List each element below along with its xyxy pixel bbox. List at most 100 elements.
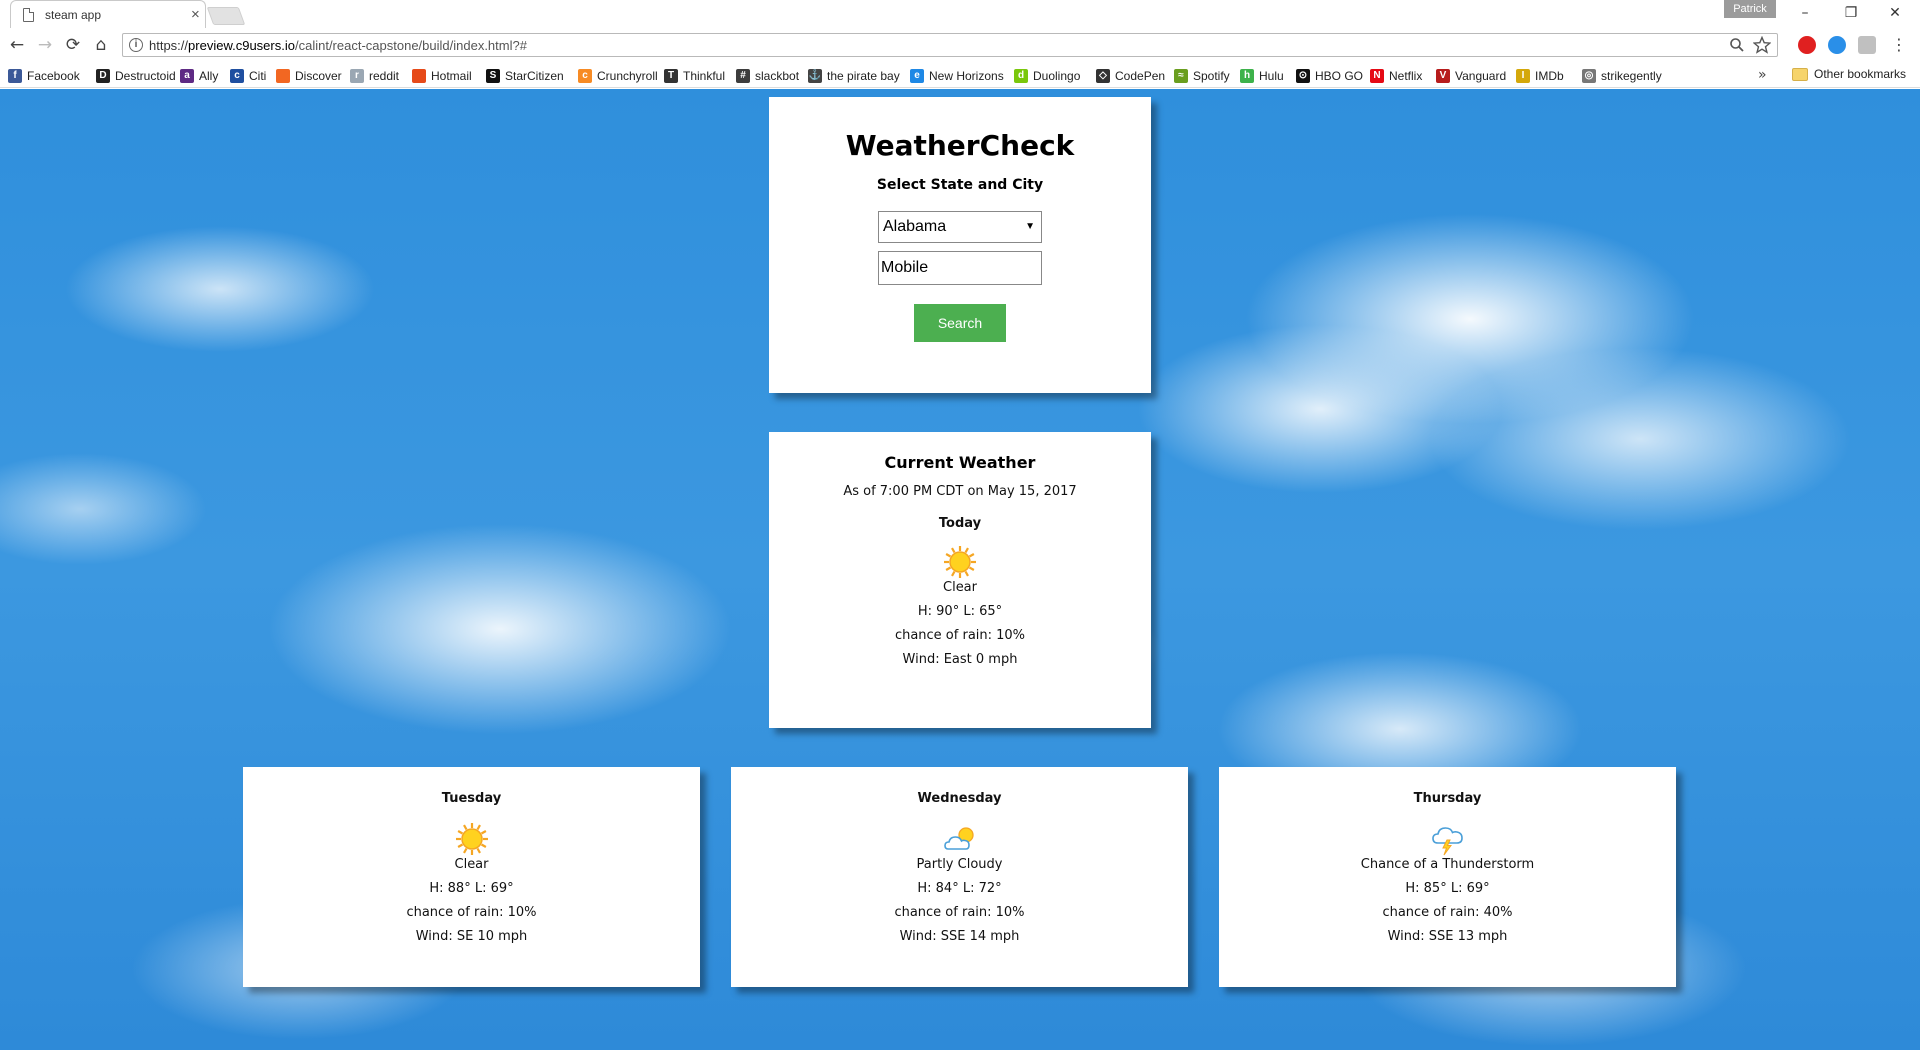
extension-icon[interactable] [1858, 36, 1876, 54]
current-weather-title: Current Weather [884, 453, 1036, 472]
new-tab-button[interactable] [206, 7, 246, 25]
url-scheme: https:// [149, 38, 189, 53]
bookmark-vanguard[interactable]: V Vanguard [1436, 67, 1506, 85]
bookmark-ally[interactable]: a Ally [180, 67, 218, 85]
close-window-button[interactable]: ✕ [1872, 2, 1918, 24]
bookmark-label: CodePen [1115, 69, 1166, 83]
tab-steam-app[interactable]: steam app × [10, 0, 206, 28]
back-button[interactable]: ← [6, 34, 28, 56]
tab-title: steam app [45, 8, 102, 22]
bookmarks-bar: f Facebook D Destructoid a Ally c Citi Discover r… [0, 64, 1920, 88]
forecast-high-low: H: 85° L: 69° [1405, 881, 1490, 896]
menu-icon[interactable]: ⋮ [1888, 34, 1910, 56]
forecast-condition: Clear [454, 857, 489, 872]
forecast-wind: Wind: SSE 13 mph [1387, 929, 1508, 944]
bookmark-label: slackbot [755, 69, 800, 83]
bookmark-the-pirate-bay[interactable]: ⚓ the pirate bay [808, 67, 900, 85]
bookmark-discover[interactable]: Discover [276, 67, 342, 85]
bookmark-label: reddit [369, 69, 400, 83]
piratebay-icon: ⚓ [808, 69, 822, 83]
bookmark-label: Thinkful [683, 69, 726, 83]
page-viewport: WeatherCheck Select State and City Alaba… [0, 89, 1920, 1050]
bookmark-strikegently[interactable]: ◎ strikegently [1582, 67, 1662, 85]
bookmark-duolingo[interactable]: d Duolingo [1014, 67, 1080, 85]
hbogo-icon: ⊙ [1296, 69, 1310, 83]
bookmark-star-icon[interactable] [1752, 35, 1772, 54]
hotmail-icon [412, 69, 426, 83]
thinkful-icon: T [664, 69, 678, 83]
bookmark-citi[interactable]: c Citi [230, 67, 266, 85]
city-input[interactable] [878, 251, 1042, 285]
tab-strip: steam app × Patrick – ❐ ✕ [0, 0, 1920, 28]
bookmark-new-horizons[interactable]: e New Horizons [910, 67, 1004, 85]
forecast-high-low: H: 88° L: 69° [429, 881, 514, 896]
reload-button[interactable]: ⟳ [62, 34, 84, 56]
bookmark-hotmail[interactable]: Hotmail [412, 67, 472, 85]
tab-close-icon[interactable]: × [191, 6, 200, 23]
state-select[interactable]: Alabama ▼ [878, 211, 1042, 243]
more-bookmarks-chevron-icon[interactable]: » [1758, 67, 1767, 83]
bookmark-thinkful[interactable]: T Thinkful [664, 67, 725, 85]
bookmark-label: Ally [199, 69, 219, 83]
messenger-extension-icon[interactable] [1828, 36, 1846, 54]
bookmark-label: Facebook [27, 69, 80, 83]
zoom-icon[interactable] [1729, 36, 1745, 54]
bookmark-crunchyroll[interactable]: c Crunchyroll [578, 67, 658, 85]
bookmark-hbo-go[interactable]: ⊙ HBO GO [1296, 67, 1363, 85]
info-icon[interactable]: i [129, 38, 143, 52]
bookmark-destructoid[interactable]: D Destructoid [96, 67, 176, 85]
bookmark-label: Citi [249, 69, 267, 83]
search-button[interactable]: Search [914, 304, 1006, 342]
forward-button[interactable]: → [34, 34, 56, 56]
thunderstorm-icon [1430, 821, 1466, 857]
crunchyroll-icon: c [578, 69, 592, 83]
browser-toolbar: ← → ⟳ ⌂ i https://preview.c9users.io/cal… [0, 28, 1920, 64]
bookmark-hulu[interactable]: h Hulu [1240, 67, 1284, 85]
sun-icon [942, 544, 978, 580]
forecast-day-label: Thursday [1413, 791, 1482, 806]
bookmark-imdb[interactable]: I IMDb [1516, 67, 1564, 85]
page-icon [23, 8, 34, 22]
forecast-high-low: H: 84° L: 72° [917, 881, 1002, 896]
bookmark-label: New Horizons [929, 69, 1004, 83]
imdb-icon: I [1516, 69, 1530, 83]
spotify-icon: ≈ [1174, 69, 1188, 83]
bookmark-facebook[interactable]: f Facebook [8, 67, 80, 85]
forecast-wind: Wind: SE 10 mph [415, 929, 528, 944]
codepen-icon: ◇ [1096, 69, 1110, 83]
forecast-day-label: Tuesday [441, 791, 502, 806]
bookmark-label: Hulu [1259, 69, 1284, 83]
vanguard-icon: V [1436, 69, 1450, 83]
bookmark-spotify[interactable]: ≈ Spotify [1174, 67, 1230, 85]
current-day-label: Today [938, 516, 982, 531]
select-state-city-label: Select State and City [876, 177, 1044, 193]
forecast-day-label: Wednesday [917, 791, 1002, 806]
address-bar[interactable]: i https://preview.c9users.io/calint/reac… [122, 33, 1778, 57]
bookmark-label: Duolingo [1033, 69, 1081, 83]
bookmark-label: Netflix [1389, 69, 1423, 83]
bookmark-starcitizen[interactable]: S StarCitizen [486, 67, 564, 85]
bookmark-label: Discover [295, 69, 342, 83]
opera-extension-icon[interactable] [1798, 36, 1816, 54]
current-rain-chance: chance of rain: 10% [894, 628, 1026, 643]
bookmark-label: IMDb [1535, 69, 1564, 83]
restore-button[interactable]: ❐ [1828, 2, 1874, 24]
bookmark-codepen[interactable]: ◇ CodePen [1096, 67, 1165, 85]
starcitizen-icon: S [486, 69, 500, 83]
forecast-wind: Wind: SSE 14 mph [899, 929, 1020, 944]
discover-icon [276, 69, 290, 83]
bookmark-reddit[interactable]: r reddit [350, 67, 399, 85]
profile-button[interactable]: Patrick [1724, 0, 1776, 18]
url-text[interactable]: https://preview.c9users.io/calint/react-… [149, 38, 527, 53]
strikegently-icon: ◎ [1582, 69, 1596, 83]
bookmark-slackbot[interactable]: # slackbot [736, 67, 799, 85]
minimize-button[interactable]: – [1782, 2, 1828, 24]
home-button[interactable]: ⌂ [90, 34, 112, 56]
duolingo-icon: d [1014, 69, 1028, 83]
bookmark-label: the pirate bay [827, 69, 900, 83]
other-bookmarks-folder[interactable]: Other bookmarks [1792, 67, 1906, 81]
bookmark-netflix[interactable]: N Netflix [1370, 67, 1422, 85]
bookmark-label: Hotmail [431, 69, 472, 83]
hulu-icon: h [1240, 69, 1254, 83]
bookmark-label: HBO GO [1315, 69, 1364, 83]
